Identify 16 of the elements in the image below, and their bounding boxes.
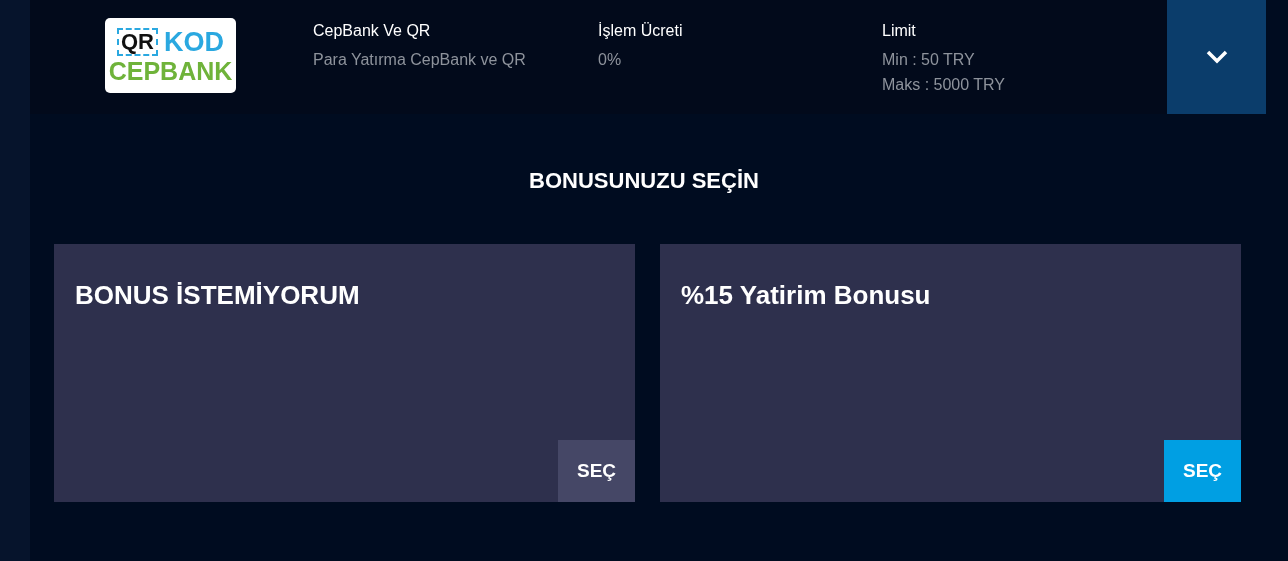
fee-value: 0% <box>598 50 623 70</box>
limit-max: Maks : 5000 TRY <box>882 75 1007 95</box>
logo-kod-text: KOD <box>164 26 224 57</box>
section-heading: BONUSUNUZU SEÇİN <box>528 168 760 194</box>
logo-cepbank-text: CEPBANK <box>108 56 233 85</box>
method-name: CepBank Ve QR <box>313 21 432 41</box>
fee-label: İşlem Ücreti <box>598 21 684 41</box>
select-button[interactable]: SEÇ <box>558 440 635 502</box>
chevron-icon <box>1205 50 1228 64</box>
logo-qr-text: QR <box>117 27 158 56</box>
expand-button[interactable] <box>1167 0 1266 114</box>
limit-label: Limit <box>882 21 917 41</box>
bonus-title: BONUS İSTEMİYORUM <box>75 280 360 311</box>
limit-min: Min : 50 TRY <box>882 50 976 70</box>
method-description: Para Yatırma CepBank ve QR <box>313 50 527 70</box>
bonus-title: %15 Yatirim Bonusu <box>681 280 931 311</box>
